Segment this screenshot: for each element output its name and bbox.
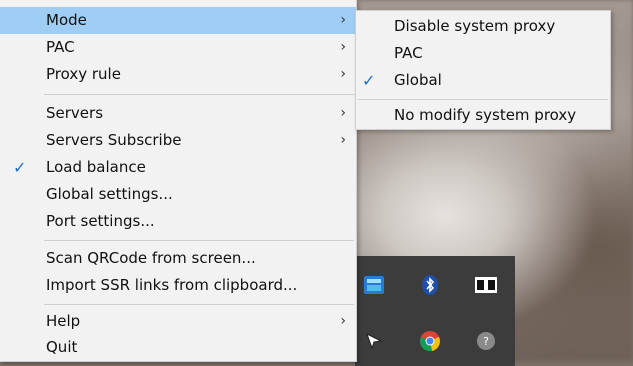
mode-submenu: Disable system proxy PAC ✓ Global No mod…: [355, 10, 611, 130]
submenu-item-pac[interactable]: PAC: [356, 40, 610, 67]
menu-item-label: Disable system proxy: [394, 17, 556, 35]
shadowsocksr-icon[interactable]: [361, 272, 387, 298]
chevron-right-icon: ›: [340, 39, 346, 55]
chevron-right-icon: ›: [340, 66, 346, 82]
chrome-icon[interactable]: [417, 328, 443, 354]
bluetooth-icon[interactable]: [417, 272, 443, 298]
svg-text:?: ?: [483, 335, 489, 348]
menu-item-label: Quit: [46, 338, 78, 356]
menu-item-servers[interactable]: Servers ›: [0, 100, 356, 127]
tray-overflow-panel: ?: [355, 256, 515, 366]
menu-item-proxy-rule[interactable]: Proxy rule ›: [0, 61, 356, 88]
menu-item-label: PAC: [394, 44, 423, 62]
menu-item-quit[interactable]: Quit: [0, 334, 356, 361]
menu-item-label: Global settings...: [46, 185, 173, 203]
submenu-item-global[interactable]: ✓ Global: [356, 67, 610, 94]
menu-item-label: Servers Subscribe: [46, 131, 182, 149]
menu-separator: [358, 99, 608, 100]
menu-separator: [44, 94, 354, 95]
menu-item-label: Servers: [46, 104, 104, 122]
menu-item-label: Import SSR links from clipboard...: [46, 276, 298, 294]
submenu-item-disable-system-proxy[interactable]: Disable system proxy: [356, 13, 610, 40]
menu-separator: [44, 304, 354, 305]
menu-item-label: Help: [46, 312, 81, 330]
menu-item-port-settings[interactable]: Port settings...: [0, 208, 356, 235]
menu-item-global-settings[interactable]: Global settings...: [0, 181, 356, 208]
menu-item-label: Global: [394, 71, 442, 89]
context-menu: Mode › PAC › Proxy rule › Servers › Serv…: [0, 0, 357, 362]
menu-item-label: Proxy rule: [46, 65, 121, 83]
chevron-right-icon: ›: [340, 132, 346, 148]
menu-item-pac[interactable]: PAC ›: [0, 34, 356, 61]
cursor-icon[interactable]: [361, 328, 387, 354]
menu-item-help[interactable]: Help ›: [0, 308, 356, 335]
dolby-icon[interactable]: [473, 272, 499, 298]
chevron-right-icon: ›: [340, 313, 346, 329]
menu-item-label: Scan QRCode from screen...: [46, 249, 256, 267]
menu-item-scan-qrcode[interactable]: Scan QRCode from screen...: [0, 245, 356, 272]
menu-item-label: Port settings...: [46, 212, 155, 230]
menu-item-label: PAC: [46, 38, 75, 56]
menu-item-load-balance[interactable]: ✓ Load balance: [0, 154, 356, 181]
menu-item-mode[interactable]: Mode ›: [0, 7, 356, 34]
menu-item-servers-subscribe[interactable]: Servers Subscribe ›: [0, 127, 356, 154]
menu-separator: [44, 240, 354, 241]
chevron-right-icon: ›: [340, 12, 346, 28]
help-icon[interactable]: ?: [473, 328, 499, 354]
chevron-right-icon: ›: [340, 105, 346, 121]
checkmark-icon: ✓: [362, 71, 376, 90]
menu-item-label: No modify system proxy: [394, 106, 577, 124]
checkmark-icon: ✓: [13, 158, 27, 177]
menu-item-label: Mode: [46, 11, 87, 29]
menu-item-import-ssr-links[interactable]: Import SSR links from clipboard...: [0, 272, 356, 299]
menu-item-label: Load balance: [46, 158, 146, 176]
submenu-item-no-modify-system-proxy[interactable]: No modify system proxy: [356, 102, 610, 129]
